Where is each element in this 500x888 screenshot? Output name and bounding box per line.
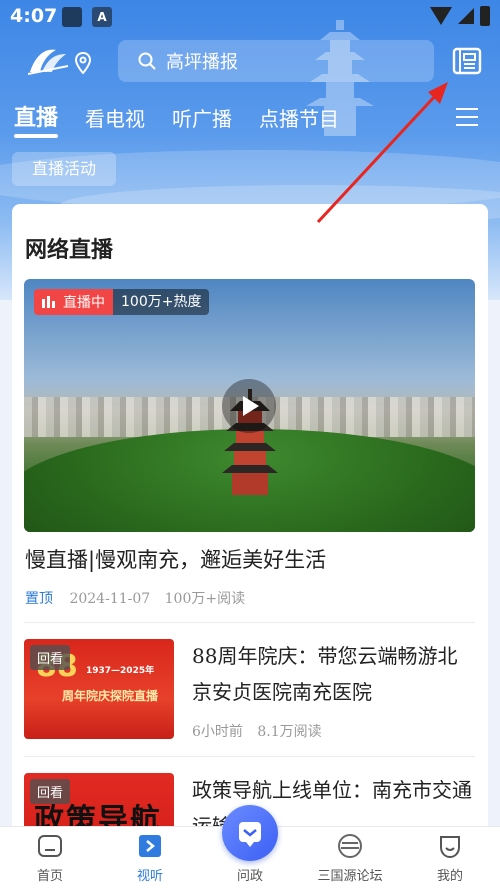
featured-title[interactable]: 慢直播|慢观南充，邂逅美好生活 [25, 544, 326, 574]
notification-a-icon: A [92, 7, 112, 27]
forum-logo-icon [338, 834, 362, 858]
tab-radio[interactable]: 听广播 [172, 103, 232, 132]
search-icon [138, 52, 156, 70]
menu-icon[interactable] [456, 108, 478, 126]
nav-forum[interactable]: 三国源论坛 [300, 827, 400, 888]
tab-tv[interactable]: 看电视 [85, 103, 145, 132]
status-time: 4:07 [10, 5, 58, 27]
search-input[interactable]: 高坪播报 [118, 40, 434, 82]
item-meta: 6小时前 8.1万阅读 [192, 721, 332, 741]
chat-bubble-icon [239, 822, 261, 847]
live-label: 直播中 [63, 295, 105, 311]
search-placeholder: 高坪播报 [166, 52, 238, 73]
heat-count: 100万+热度 [113, 289, 210, 315]
item-reads: 8.1万阅读 [257, 724, 322, 740]
signal-icon [458, 8, 474, 24]
nav-home[interactable]: 首页 [0, 827, 100, 888]
item-time: 6小时前 [192, 724, 243, 740]
thumb-years: 1937—2025年 [86, 666, 155, 676]
pinned-tag: 置顶 [25, 591, 53, 607]
featured-date: 2024-11-07 [69, 591, 151, 607]
featured-live-video[interactable]: 直播中 100万+热度 [24, 279, 475, 532]
play-button[interactable] [222, 379, 276, 433]
app-logo-icon[interactable] [26, 44, 70, 78]
profile-icon [440, 836, 460, 859]
thumb-caption: 周年院庆探院直播 [62, 689, 159, 703]
featured-reads: 100万+阅读 [164, 591, 246, 607]
content-card: 网络直播 直播中 100万+热度 慢直播|慢观南充，邂逅美好生活 置顶 2024… [12, 204, 488, 844]
tab-vod[interactable]: 点播节目 [259, 103, 339, 132]
featured-meta: 置顶 2024-11-07 100万+阅读 [25, 588, 255, 608]
divider [24, 622, 475, 623]
wifi-icon [430, 7, 452, 25]
subtab-live-events[interactable]: 直播活动 [12, 152, 116, 186]
replay-badge: 回看 [30, 779, 71, 804]
channel-tabs: 直播 看电视 听广播 点播节目 [14, 100, 366, 138]
status-bar: 4:07 A [0, 0, 500, 34]
section-title: 网络直播 [25, 238, 114, 263]
home-icon [38, 835, 62, 857]
play-tv-icon [139, 835, 161, 857]
location-pin-icon[interactable] [74, 52, 92, 74]
tab-live[interactable]: 直播 [14, 100, 59, 138]
nav-av[interactable]: 视听 [100, 827, 200, 888]
live-badge: 直播中 100万+热度 [34, 289, 210, 315]
live-bars-icon [42, 296, 55, 308]
nav-mine[interactable]: 我的 [400, 827, 500, 888]
item-thumbnail[interactable]: 88 1937—2025年 周年院庆探院直播 回看 [24, 639, 174, 739]
notification-icon [62, 7, 82, 27]
battery-icon [480, 6, 490, 26]
divider [24, 756, 475, 757]
replay-badge: 回看 [30, 645, 71, 670]
newspaper-icon[interactable] [452, 46, 482, 76]
ask-center-button[interactable] [222, 805, 278, 861]
item-title[interactable]: 88周年院庆：带您云端畅游北京安贞医院南充医院 [192, 638, 474, 710]
